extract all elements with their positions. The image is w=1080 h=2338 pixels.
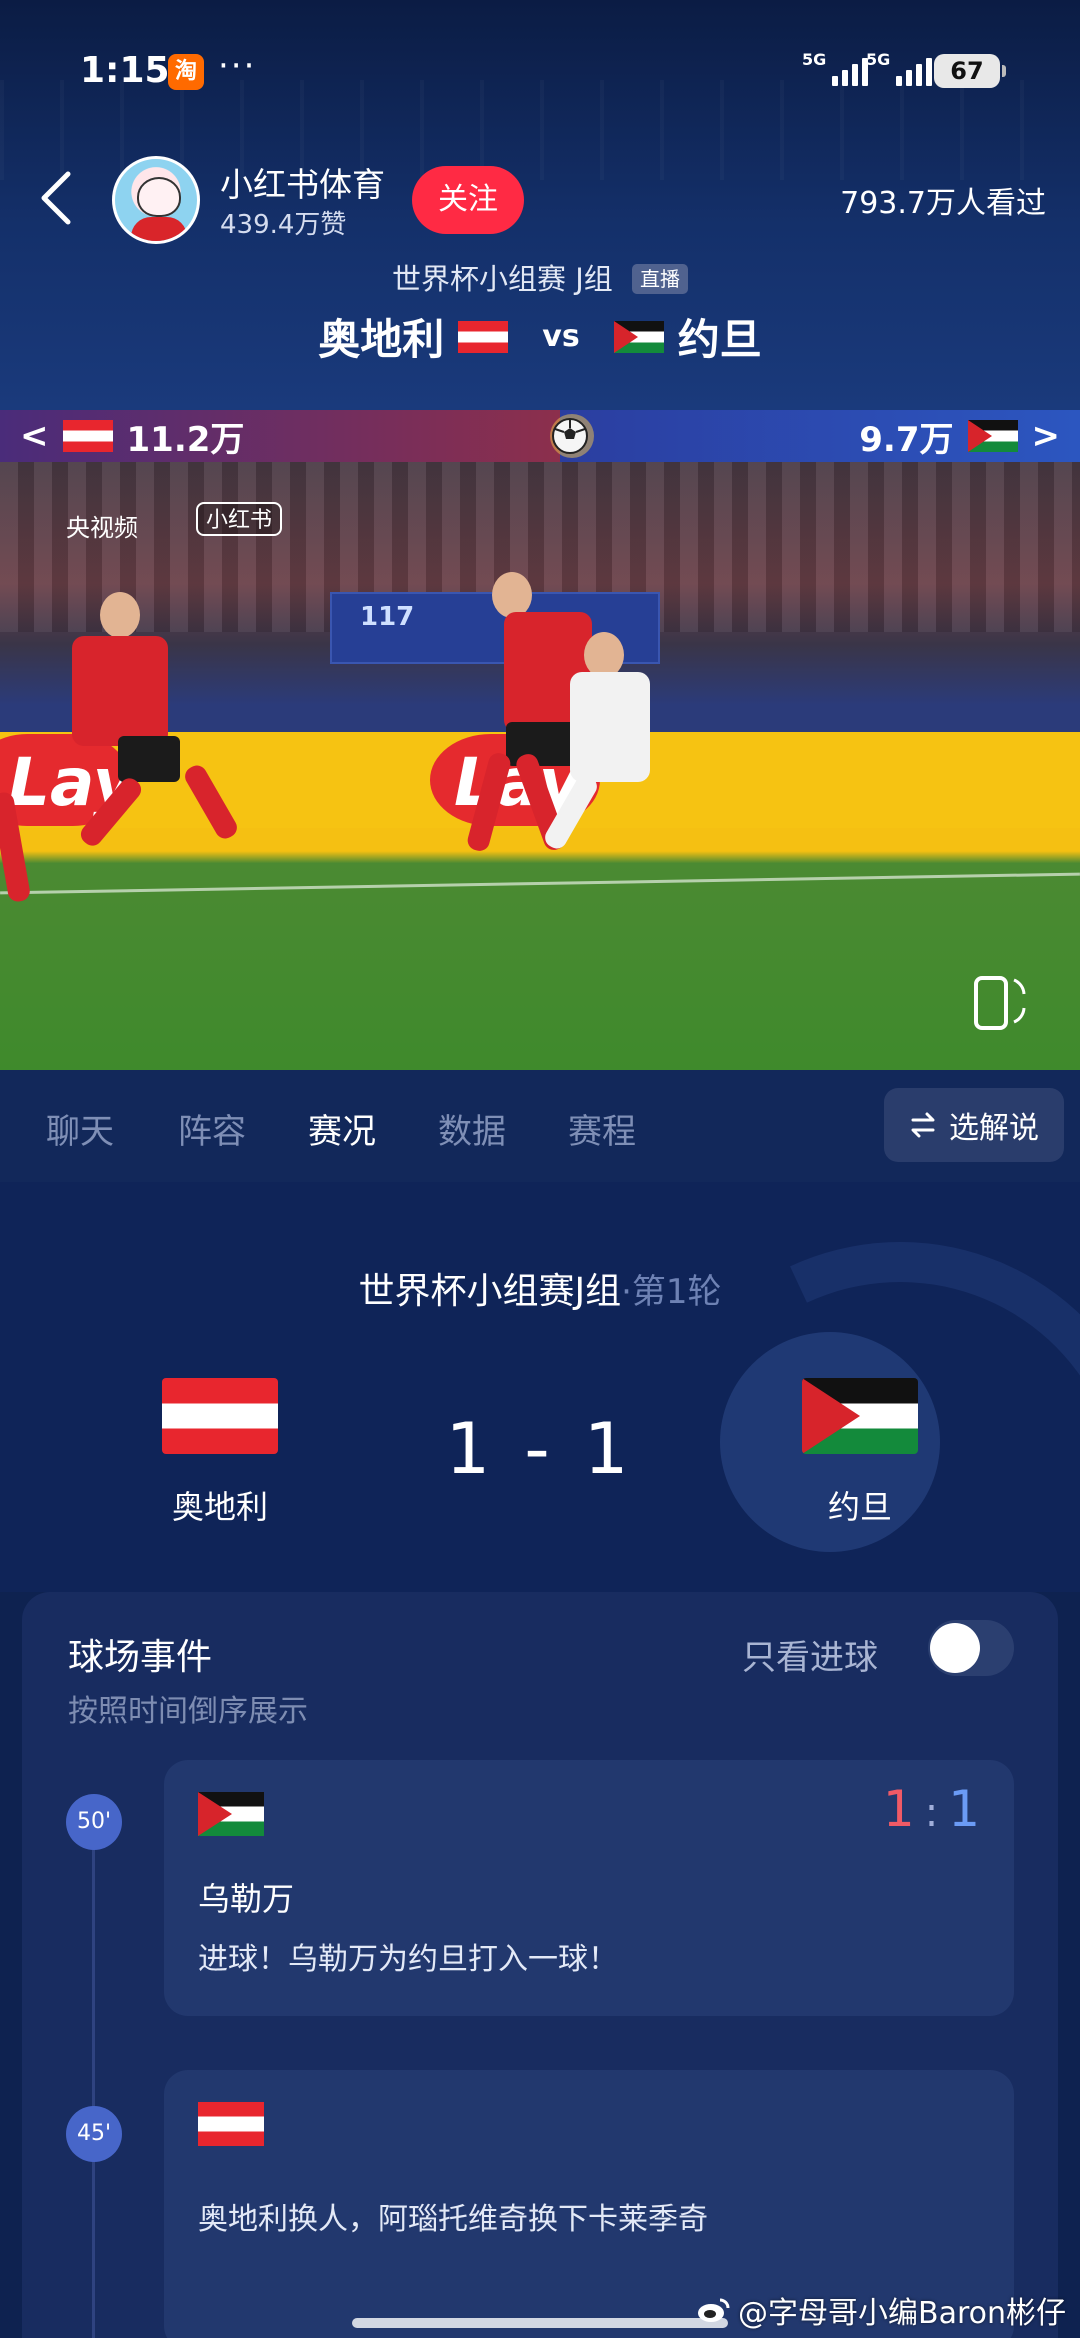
away-support-count: 9.7万: [859, 419, 954, 460]
channel-avatar[interactable]: [112, 156, 200, 244]
stadium-board-number: 117: [360, 602, 415, 632]
rotate-screen-icon[interactable]: [970, 970, 1030, 1032]
top-header: 1:15 淘 ··· 5G 5G 67 小红书体育 439.4万赞 关注 793…: [0, 0, 1080, 410]
event-card-goal[interactable]: 1:1 乌勒万 进球！乌勒万为约旦打入一球！: [164, 1760, 1014, 2016]
away-team-label: 约旦: [827, 1488, 892, 1526]
austria-flag-icon: [198, 2102, 264, 2146]
event-score-home: 1: [882, 1780, 915, 1838]
platform-logo: 小红书: [196, 502, 283, 536]
goals-only-toggle[interactable]: [928, 1620, 1014, 1676]
select-commentary-button[interactable]: 选解说: [884, 1088, 1064, 1162]
austria-flag-icon: [62, 420, 113, 452]
weibo-watermark: @字母哥小编Baron彬仔: [696, 2288, 1066, 2332]
tab-chat[interactable]: 聊天: [46, 1104, 114, 1153]
channel-likes: 439.4万赞: [220, 210, 347, 240]
tab-lineup[interactable]: 阵容: [178, 1104, 246, 1153]
channel-name[interactable]: 小红书体育: [220, 158, 385, 206]
left-arrow-icon[interactable]: <: [20, 416, 49, 456]
live-video-player[interactable]: 117 Lay Lay 央视频 小红书: [0, 462, 1080, 1070]
follow-button[interactable]: 关注: [412, 166, 524, 234]
jordan-flag-icon: [613, 320, 664, 353]
support-bar: < 11.2万 9.7万 >: [0, 410, 1080, 462]
signal-icon: 5G: [802, 50, 869, 86]
vs-label: vs: [542, 319, 580, 354]
live-badge: 直播: [632, 264, 688, 294]
match-subtitle: 世界杯小组赛 J组 直播: [0, 256, 1080, 298]
more-notifications-icon: ···: [218, 46, 257, 86]
event-minute-badge: 45': [66, 2106, 122, 2162]
home-support[interactable]: < 11.2万: [0, 410, 560, 462]
home-team-name: 奥地利: [318, 315, 445, 364]
home-team-label: 奥地利: [171, 1488, 268, 1526]
tab-schedule[interactable]: 赛程: [568, 1104, 636, 1153]
broadcaster-logo: 央视频: [66, 514, 138, 542]
events-subtitle: 按照时间倒序展示: [68, 1694, 308, 1729]
events-title: 球场事件: [68, 1637, 213, 1678]
signal-icon-2: 5G: [866, 50, 933, 86]
match-score: 1 - 1: [445, 1408, 635, 1490]
toggle-knob: [930, 1623, 980, 1673]
football-icon: [550, 414, 594, 458]
away-team-name: 约旦: [677, 315, 762, 364]
round-label: ·第1轮: [621, 1272, 722, 1312]
battery-icon: 67: [934, 54, 1006, 88]
tab-stats[interactable]: 数据: [438, 1104, 506, 1153]
event-minute-badge: 50': [66, 1794, 122, 1850]
timeline-line: [92, 1820, 95, 2338]
home-support-count: 11.2万: [126, 419, 245, 460]
home-indicator[interactable]: [352, 2318, 728, 2328]
status-bar: 1:15 淘 ··· 5G 5G 67: [0, 40, 1080, 100]
pitch-line: [0, 872, 1080, 895]
event-score: 1:1: [883, 1780, 980, 1838]
back-arrow-icon[interactable]: [36, 168, 76, 228]
status-time: 1:15: [80, 50, 170, 91]
avatar-face: [137, 177, 181, 217]
austria-flag-icon: [458, 320, 509, 353]
event-player: 乌勒万: [198, 1880, 295, 1918]
scoreboard: 世界杯小组赛J组·第1轮 1 - 1 奥地利 约旦: [0, 1182, 1080, 1592]
swap-icon: [911, 1112, 935, 1138]
competition-name: 世界杯小组赛J组: [358, 1271, 622, 1312]
avatar-body: [131, 217, 187, 241]
match-round-title: 世界杯小组赛J组·第1轮: [0, 1262, 1080, 1314]
right-arrow-icon[interactable]: >: [1032, 416, 1061, 456]
away-support[interactable]: 9.7万 >: [560, 410, 1080, 462]
match-events-card: 球场事件 按照时间倒序展示 只看进球 50' 1:1 乌勒万 进球！乌勒万为约旦…: [22, 1592, 1058, 2338]
tab-bar: 聊天 阵容 赛况 数据 赛程 选解说: [0, 1070, 1080, 1182]
watermark-text: @字母哥小编Baron彬仔: [737, 2296, 1066, 2331]
viewer-count: 793.7万人看过: [840, 186, 1046, 221]
goals-only-label: 只看进球: [742, 1638, 878, 1678]
event-score-separator: :: [924, 1790, 939, 1836]
jordan-flag-icon: [198, 1792, 264, 1836]
match-title: 奥地利 vs 约旦: [0, 306, 1080, 367]
event-description: 进球！乌勒万为约旦打入一球！: [198, 1942, 618, 1977]
taobao-app-icon: 淘: [168, 54, 204, 90]
event-score-away: 1: [948, 1780, 980, 1838]
match-stage: 世界杯小组赛 J组: [392, 262, 613, 296]
event-team-flag: [198, 1792, 264, 1840]
event-description: 奥地利换人，阿瑙托维奇换下卡莱季奇: [198, 2202, 708, 2237]
jordan-flag-icon: [967, 420, 1018, 452]
tab-match-status[interactable]: 赛况: [308, 1104, 376, 1153]
event-team-flag: [198, 2102, 264, 2150]
select-commentary-label: 选解说: [949, 1111, 1039, 1146]
